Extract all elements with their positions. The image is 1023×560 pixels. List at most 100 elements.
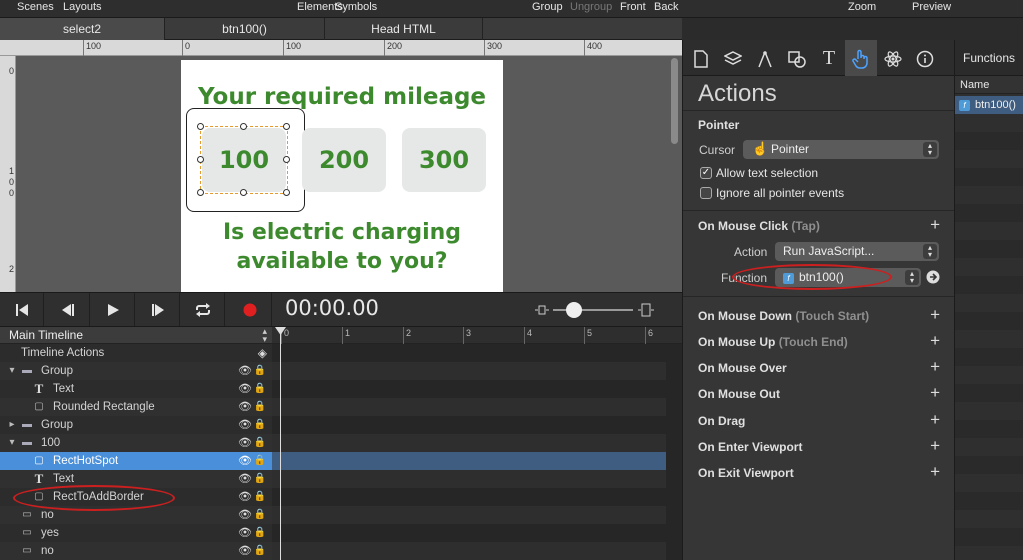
visibility-eye-icon[interactable]: 👁 bbox=[238, 524, 252, 542]
timeline-zoom-slider[interactable] bbox=[553, 309, 633, 311]
add-action-icon[interactable]: + bbox=[930, 436, 940, 456]
add-action-icon[interactable]: + bbox=[930, 462, 940, 482]
on-enter-viewport-heading[interactable]: On Enter Viewport bbox=[698, 440, 802, 454]
track-row[interactable] bbox=[272, 470, 666, 488]
playhead-marker-icon[interactable] bbox=[275, 327, 286, 335]
tab-head-html[interactable]: Head HTML bbox=[325, 18, 483, 40]
add-action-icon[interactable]: + bbox=[930, 383, 940, 403]
add-action-icon[interactable]: + bbox=[930, 331, 940, 351]
layer-row[interactable]: ▸ ▬ Group 👁 🔒 bbox=[0, 416, 272, 434]
timeline-ruler[interactable]: 0 1 2 3 4 5 6 bbox=[272, 327, 682, 344]
resize-handle[interactable] bbox=[197, 123, 204, 130]
resize-handle[interactable] bbox=[240, 189, 247, 196]
layer-row-selected[interactable]: ▢ RectHotSpot 👁 🔒 bbox=[0, 452, 272, 470]
toolbar-layouts[interactable]: Layouts bbox=[63, 1, 102, 13]
actions-inspector-tab[interactable] bbox=[845, 40, 877, 76]
on-mouse-up-heading[interactable]: On Mouse Up (Touch End) bbox=[698, 335, 848, 349]
resize-handle[interactable] bbox=[197, 156, 204, 163]
track-row[interactable] bbox=[272, 398, 666, 416]
lock-icon[interactable]: 🔒 bbox=[254, 542, 266, 560]
mileage-300-button[interactable]: 300 bbox=[402, 128, 486, 192]
zoom-out-timeline-icon[interactable] bbox=[535, 304, 549, 316]
on-mouse-over-heading[interactable]: On Mouse Over bbox=[698, 361, 787, 375]
next-frame-button[interactable] bbox=[136, 293, 180, 326]
track-row[interactable] bbox=[272, 434, 666, 452]
visibility-eye-icon[interactable]: 👁 bbox=[238, 434, 252, 452]
timeline-selector[interactable]: Main Timeline ▴ ▾ bbox=[0, 327, 272, 344]
visibility-eye-icon[interactable]: 👁 bbox=[238, 452, 252, 470]
resize-handle[interactable] bbox=[283, 123, 290, 130]
lock-icon[interactable]: 🔒 bbox=[254, 506, 266, 524]
timeline-zoom-knob[interactable] bbox=[566, 302, 582, 318]
on-drag-heading[interactable]: On Drag bbox=[698, 414, 745, 428]
resize-handle[interactable] bbox=[197, 189, 204, 196]
visibility-eye-icon[interactable]: 👁 bbox=[238, 488, 252, 506]
toolbar-preview[interactable]: Preview bbox=[912, 1, 951, 13]
physics-inspector-tab[interactable] bbox=[877, 40, 909, 76]
add-action-icon[interactable]: + bbox=[930, 410, 940, 430]
element-inspector-tab[interactable] bbox=[781, 40, 813, 76]
lock-icon[interactable]: 🔒 bbox=[254, 398, 266, 416]
visibility-eye-icon[interactable]: 👁 bbox=[238, 470, 252, 488]
resize-handle[interactable] bbox=[240, 123, 247, 130]
cursor-select[interactable]: ☝ Pointer ▴ ▾ bbox=[743, 140, 939, 159]
lock-icon[interactable]: 🔒 bbox=[254, 362, 266, 380]
layer-row[interactable]: ▭ no 👁 🔒 bbox=[0, 542, 272, 560]
previous-frame-button[interactable] bbox=[46, 293, 90, 326]
resize-handle[interactable] bbox=[283, 156, 290, 163]
layer-row[interactable]: T Text 👁 🔒 bbox=[0, 380, 272, 398]
metrics-inspector-tab[interactable] bbox=[749, 40, 781, 76]
lock-icon[interactable]: 🔒 bbox=[254, 434, 266, 452]
ignore-pointer-events-checkbox[interactable] bbox=[700, 187, 712, 199]
go-to-start-button[interactable] bbox=[0, 293, 44, 326]
resize-handle[interactable] bbox=[283, 189, 290, 196]
lock-icon[interactable]: 🔒 bbox=[254, 452, 266, 470]
visibility-eye-icon[interactable]: 👁 bbox=[238, 398, 252, 416]
track-row[interactable] bbox=[272, 506, 666, 524]
on-mouse-out-heading[interactable]: On Mouse Out bbox=[698, 387, 780, 401]
track-row-selected[interactable] bbox=[272, 452, 666, 470]
loop-button[interactable] bbox=[181, 293, 225, 326]
toolbar-scenes[interactable]: Scenes bbox=[17, 1, 54, 13]
disclosure-triangle-icon[interactable]: ▾ bbox=[6, 434, 18, 452]
track-row[interactable] bbox=[272, 542, 666, 560]
toolbar-group[interactable]: Group bbox=[532, 1, 563, 13]
layer-row[interactable]: ▢ Rounded Rectangle 👁 🔒 bbox=[0, 398, 272, 416]
add-keyframe-icon[interactable]: ◈ bbox=[258, 344, 267, 362]
visibility-eye-icon[interactable]: 👁 bbox=[238, 416, 252, 434]
disclosure-triangle-icon[interactable]: ▸ bbox=[6, 416, 18, 434]
toolbar-front[interactable]: Front bbox=[620, 1, 646, 13]
toolbar-zoom[interactable]: Zoom bbox=[848, 1, 876, 13]
record-button[interactable] bbox=[228, 293, 272, 326]
identity-inspector-tab[interactable] bbox=[909, 40, 941, 76]
toolbar-back[interactable]: Back bbox=[654, 1, 678, 13]
lock-icon[interactable]: 🔒 bbox=[254, 524, 266, 542]
toolbar-symbols[interactable]: Symbols bbox=[335, 1, 377, 13]
tab-btn100[interactable]: btn100() bbox=[165, 18, 325, 40]
lock-icon[interactable]: 🔒 bbox=[254, 470, 266, 488]
go-to-function-icon[interactable] bbox=[926, 270, 940, 284]
layer-row[interactable]: Timeline Actions ◈ bbox=[0, 344, 272, 362]
mileage-200-button[interactable]: 200 bbox=[302, 128, 386, 192]
functions-name-column[interactable]: Name bbox=[955, 76, 1023, 94]
function-list-item[interactable]: f btn100() bbox=[955, 96, 1023, 114]
lock-icon[interactable]: 🔒 bbox=[254, 488, 266, 506]
add-action-icon[interactable]: + bbox=[930, 305, 940, 325]
play-button[interactable] bbox=[91, 293, 135, 326]
lock-icon[interactable]: 🔒 bbox=[254, 416, 266, 434]
visibility-eye-icon[interactable]: 👁 bbox=[238, 506, 252, 524]
layer-row[interactable]: ▾ ▬ Group 👁 🔒 bbox=[0, 362, 272, 380]
playhead[interactable] bbox=[280, 327, 281, 560]
allow-text-selection-checkbox[interactable]: ✓ bbox=[700, 167, 712, 179]
add-action-icon[interactable]: + bbox=[930, 215, 940, 235]
lock-icon[interactable]: 🔒 bbox=[254, 380, 266, 398]
canvas-scrollbar[interactable] bbox=[668, 56, 682, 292]
document-inspector-tab[interactable] bbox=[685, 40, 717, 76]
visibility-eye-icon[interactable]: 👁 bbox=[238, 380, 252, 398]
text-inspector-tab[interactable]: T bbox=[813, 40, 845, 76]
on-exit-viewport-heading[interactable]: On Exit Viewport bbox=[698, 466, 794, 480]
tab-select2[interactable]: select2 bbox=[0, 18, 165, 40]
on-mouse-down-heading[interactable]: On Mouse Down (Touch Start) bbox=[698, 309, 869, 323]
layer-row[interactable]: T Text 👁 🔒 bbox=[0, 470, 272, 488]
visibility-eye-icon[interactable]: 👁 bbox=[238, 362, 252, 380]
